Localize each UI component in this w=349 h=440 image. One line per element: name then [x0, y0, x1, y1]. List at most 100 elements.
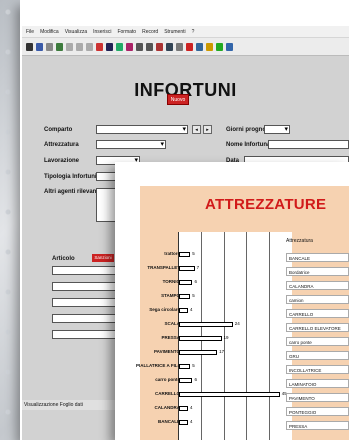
menu-visualizza[interactable]: Visualizza	[65, 29, 87, 35]
label-attrezzatura: Attrezzatura	[44, 142, 79, 148]
legend-item: PRESSA	[286, 421, 349, 430]
bar[interactable]	[179, 308, 188, 313]
legend-item: CARRELLO ELEVATORE	[286, 323, 349, 332]
nome-input[interactable]	[268, 140, 349, 149]
legend-item: LAMINATOIO	[286, 379, 349, 388]
new-record-icon[interactable]	[176, 42, 183, 51]
bar[interactable]	[179, 392, 280, 397]
bar[interactable]	[179, 252, 191, 257]
label-articolo: Articolo	[52, 256, 75, 262]
value-label: 7	[196, 265, 200, 270]
label-tipologia: Tipologia Infortunio	[44, 174, 101, 180]
undo-icon[interactable]	[96, 42, 103, 51]
value-label: 4	[189, 405, 193, 410]
legend-item: CARRELLO	[286, 309, 349, 318]
category-label: TORNIO	[162, 279, 180, 284]
category-label: STAMPO	[161, 293, 180, 298]
bar[interactable]	[179, 378, 193, 383]
sanzioni-button[interactable]: Sanzioni	[92, 254, 114, 262]
sort-desc-icon[interactable]	[126, 42, 133, 51]
view-icon[interactable]	[26, 42, 33, 51]
new-object-icon[interactable]	[216, 42, 223, 51]
bar[interactable]	[179, 280, 193, 285]
bar[interactable]	[179, 322, 233, 327]
bar[interactable]	[179, 350, 218, 355]
category-label: trattore	[164, 251, 180, 256]
prev-record-button[interactable]: ◂	[192, 125, 201, 134]
category-label: SCALA	[164, 321, 181, 326]
value-label: 5	[192, 363, 195, 368]
hyperlink-icon[interactable]	[106, 42, 113, 51]
status-bar: Visualizzazione Foglio dati	[22, 400, 117, 410]
value-label: 5	[192, 251, 195, 256]
category-label: TRANSPALLET	[147, 265, 180, 270]
category-label: BANCALE	[158, 419, 180, 424]
category-label: PAVIMENTO	[153, 349, 180, 354]
menu-modifica[interactable]: Modifica	[40, 29, 59, 35]
paste-icon[interactable]	[86, 42, 93, 51]
database-icon[interactable]	[206, 42, 213, 51]
bar[interactable]	[179, 420, 188, 425]
legend-item: INCOLLATRICE	[286, 365, 349, 374]
bar[interactable]	[179, 406, 188, 411]
attrezzatura-select[interactable]	[96, 140, 166, 149]
cut-icon[interactable]	[66, 42, 73, 51]
menu-strumenti[interactable]: Strumenti	[164, 29, 185, 35]
find-icon[interactable]	[166, 42, 173, 51]
value-label: 6	[194, 279, 197, 284]
subform-row-3[interactable]	[52, 298, 118, 307]
save-icon[interactable]	[36, 42, 43, 51]
bar[interactable]	[179, 336, 222, 341]
menu-help[interactable]: ?	[192, 29, 195, 35]
menu-bar: File Modifica Visualizza Inserisci Forma…	[22, 26, 349, 38]
legend-item: Bordatrice	[286, 267, 349, 276]
menu-file[interactable]: File	[26, 29, 34, 35]
filter-icon[interactable]	[136, 42, 143, 51]
next-record-button[interactable]: ▸	[203, 125, 212, 134]
filter-form-icon[interactable]	[146, 42, 153, 51]
toolbar	[22, 38, 349, 56]
category-label: PRESSA	[161, 335, 180, 340]
copy-icon[interactable]	[76, 42, 83, 51]
legend-item: PAVIMENTO	[286, 393, 349, 402]
bar[interactable]	[179, 266, 195, 271]
legend-item: PONTEGGIO	[286, 407, 349, 416]
help-icon[interactable]	[226, 42, 233, 51]
subform-row-4[interactable]	[52, 314, 118, 323]
gridline	[246, 232, 248, 440]
giorni-select[interactable]	[264, 125, 290, 134]
label-comparto: Comparto	[44, 127, 73, 133]
print-icon[interactable]	[46, 42, 53, 51]
category-label: CALANDRA	[154, 405, 181, 410]
legend-item: BANCALE	[286, 253, 349, 262]
menu-record[interactable]: Record	[142, 29, 158, 35]
gridline	[268, 232, 270, 440]
category-label: carro ponte	[155, 377, 180, 382]
delete-record-icon[interactable]	[186, 42, 193, 51]
category-label: Sega circolare	[149, 307, 180, 312]
subform-row-1[interactable]	[52, 266, 118, 275]
menu-formato[interactable]: Formato	[117, 29, 136, 35]
properties-icon[interactable]	[196, 42, 203, 51]
spell-icon[interactable]	[56, 42, 63, 51]
apply-filter-icon[interactable]	[156, 42, 163, 51]
legend-item: camion	[286, 295, 349, 304]
value-label: 4	[189, 307, 193, 312]
nuovo-button[interactable]: Nuovo	[167, 94, 189, 105]
legend-title: Attrezzatura	[286, 238, 313, 244]
bar[interactable]	[179, 294, 191, 299]
category-label: CARRELLO	[155, 391, 180, 396]
legend-item: GRU	[286, 351, 349, 360]
value-label: 19	[223, 335, 229, 340]
bar[interactable]	[179, 364, 191, 369]
label-altri-agenti: Altri agenti rilevanti	[44, 189, 101, 195]
value-label: 5	[192, 293, 195, 298]
legend-item: CALANDRA	[286, 281, 349, 290]
menu-inserisci[interactable]: Inserisci	[93, 29, 111, 35]
subform-row-2[interactable]	[52, 282, 118, 291]
subform-row-5[interactable]	[52, 330, 118, 339]
legend-item: carro ponte	[286, 337, 349, 346]
comparto-select[interactable]	[96, 125, 188, 134]
value-label: 4	[189, 419, 193, 424]
sort-asc-icon[interactable]	[116, 42, 123, 51]
